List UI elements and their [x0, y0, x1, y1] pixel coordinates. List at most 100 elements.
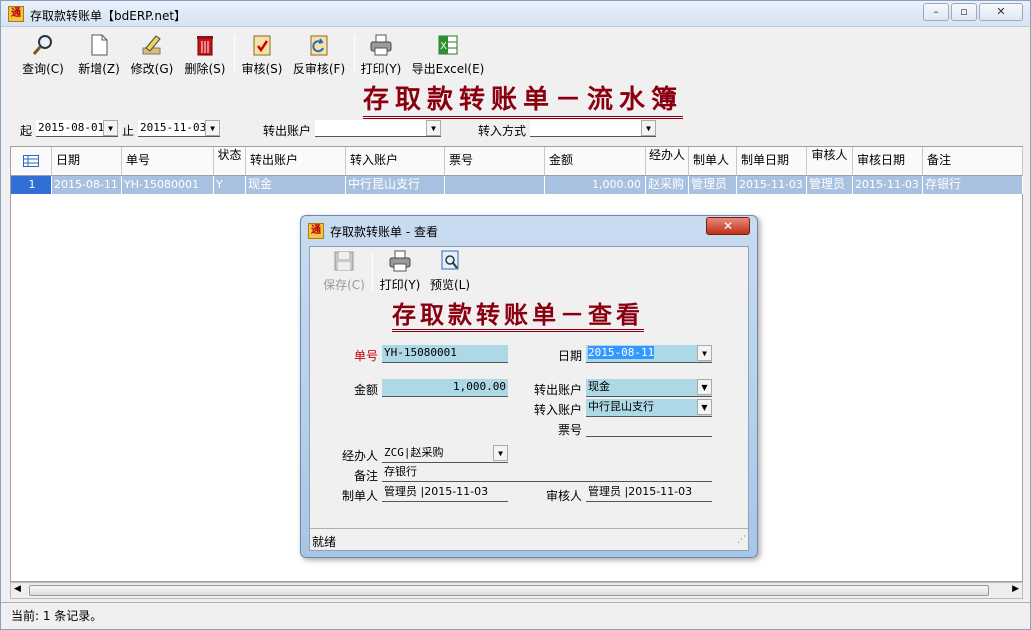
out-account-select[interactable]: 现金 ▼: [586, 379, 712, 397]
audit-button[interactable]: 审核(S): [241, 33, 283, 77]
scroll-left-icon[interactable]: ◀: [14, 584, 21, 594]
dialog-status-text: 就绪: [312, 535, 337, 549]
dialog-icon: 通: [308, 223, 324, 239]
export-excel-button[interactable]: X 导出Excel(E): [411, 33, 485, 77]
col-header-ticket[interactable]: 票号: [445, 147, 545, 176]
excel-icon: X: [438, 35, 458, 55]
memo-label: 备注: [353, 469, 378, 483]
table-cell[interactable]: 管理员: [689, 176, 737, 194]
out-account-select[interactable]: ▼: [315, 120, 441, 137]
chevron-down-icon[interactable]: ▼: [697, 379, 712, 395]
col-header-make-date[interactable]: 制单日期: [737, 147, 807, 176]
in-account-select[interactable]: 中行昆山支行 ▼: [586, 399, 712, 417]
table-cell[interactable]: 现金: [246, 176, 346, 194]
table-cell[interactable]: 2015-08-11: [52, 176, 122, 194]
magnifier-icon: [32, 35, 52, 55]
chevron-down-icon[interactable]: ▼: [205, 120, 220, 136]
grid-icon: [23, 155, 39, 167]
query-button[interactable]: 查询(C): [21, 33, 65, 77]
col-header-status[interactable]: 状态: [214, 147, 246, 176]
table-cell[interactable]: 中行昆山支行: [346, 176, 445, 194]
floppy-disk-icon: [334, 251, 354, 271]
preview-button[interactable]: 预览(L): [428, 249, 472, 293]
table-row-number[interactable]: 1: [11, 176, 52, 194]
col-header-memo[interactable]: 备注: [923, 147, 1023, 176]
from-date-picker[interactable]: 2015-08-01 ▼: [36, 120, 118, 137]
col-header-in-account[interactable]: 转入账户: [346, 147, 445, 176]
col-header-audit-date[interactable]: 审核日期: [853, 147, 923, 176]
dialog-title: 存取款转账单 - 查看: [330, 225, 438, 239]
table-cell[interactable]: 2015-11-03: [853, 176, 923, 194]
dialog-body: 保存(C) 打印(Y) 预览(L) 存取款转账单－查看 单号 YH-150800…: [309, 246, 749, 551]
edit-button[interactable]: 修改(G): [129, 33, 175, 77]
table-cell[interactable]: 2015-11-03: [737, 176, 807, 194]
col-header-maker[interactable]: 制单人: [689, 147, 737, 176]
new-document-icon: [91, 34, 108, 56]
table-cell[interactable]: 赵采购: [646, 176, 689, 194]
table-cell[interactable]: [445, 176, 545, 194]
chevron-down-icon[interactable]: ▼: [697, 399, 712, 415]
no-label: 单号: [353, 349, 378, 363]
out-account-label: 转出账户: [533, 383, 582, 397]
print-button[interactable]: 打印(Y): [359, 33, 403, 77]
amount-field[interactable]: 1,000.00: [382, 379, 508, 397]
col-header-date[interactable]: 日期: [52, 147, 122, 176]
delete-button[interactable]: 删除(S): [183, 33, 227, 77]
edit-pencil-icon: [142, 35, 161, 55]
col-header-out-account[interactable]: 转出账户: [246, 147, 346, 176]
date-picker[interactable]: 2015-08-11 ▼: [586, 345, 712, 363]
printer-icon: [389, 250, 411, 272]
new-button[interactable]: 新增(Z): [77, 33, 121, 77]
horizontal-scrollbar[interactable]: ◀ ▶: [10, 582, 1023, 599]
to-label: 止: [122, 124, 135, 138]
unaudit-button[interactable]: 反审核(F): [291, 33, 347, 77]
toolbar-separator: [354, 35, 355, 73]
dialog-close-button[interactable]: ✕: [706, 217, 750, 235]
chevron-down-icon[interactable]: ▼: [103, 120, 118, 136]
minimize-button[interactable]: –: [923, 3, 949, 21]
col-header-auditor[interactable]: 审核人: [807, 147, 853, 176]
maker-label: 制单人: [341, 489, 378, 503]
table-cell[interactable]: YH-15080001: [122, 176, 214, 194]
ticket-field[interactable]: [586, 419, 712, 437]
memo-field[interactable]: 存银行: [382, 464, 712, 482]
col-header-no[interactable]: 单号: [122, 147, 214, 176]
chevron-down-icon[interactable]: ▼: [697, 345, 712, 361]
view-dialog: 通 存取款转账单 - 查看 ✕ 保存(C) 打印(Y) 预览(L) 存取款转账单…: [300, 215, 758, 558]
chevron-down-icon[interactable]: ▼: [641, 120, 656, 136]
dialog-heading: 存取款转账单－查看: [392, 301, 644, 332]
col-header-handler[interactable]: 经办人: [646, 147, 689, 176]
maximize-button[interactable]: ▫: [951, 3, 977, 21]
chevron-down-icon[interactable]: ▼: [493, 445, 508, 461]
toolbar-separator: [372, 253, 373, 291]
title-bar[interactable]: 通 存取款转账单【bdERP.net】 – ▫ ✕: [1, 1, 1030, 27]
table-cell[interactable]: 1,000.00: [545, 176, 646, 194]
dialog-print-button[interactable]: 打印(Y): [378, 249, 422, 293]
window-title: 存取款转账单【bdERP.net】: [30, 9, 187, 23]
in-method-select[interactable]: ▼: [530, 120, 656, 137]
table-cell[interactable]: 存银行: [923, 176, 1023, 194]
save-button[interactable]: 保存(C): [322, 249, 366, 293]
out-account-label: 转出账户: [263, 124, 312, 138]
clipboard-undo-icon: [310, 35, 328, 56]
scrollbar-thumb[interactable]: [29, 585, 989, 596]
col-header-amount[interactable]: 金额: [545, 147, 646, 176]
table-cell[interactable]: 管理员: [807, 176, 853, 194]
trash-icon: [197, 36, 213, 56]
close-button[interactable]: ✕: [979, 3, 1023, 21]
chevron-down-icon[interactable]: ▼: [426, 120, 441, 136]
from-label: 起: [20, 124, 33, 138]
dialog-status-bar: 就绪 ⋰: [310, 528, 748, 550]
scroll-right-icon[interactable]: ▶: [1012, 584, 1019, 594]
print-preview-icon: [441, 250, 459, 270]
resize-grip-icon[interactable]: ⋰: [737, 535, 746, 545]
amount-label: 金额: [353, 383, 378, 397]
to-date-picker[interactable]: 2015-11-03 ▼: [138, 120, 220, 137]
svg-text:X: X: [440, 41, 447, 52]
handler-select[interactable]: ZCG|赵采购 ▼: [382, 445, 508, 463]
in-account-label: 转入账户: [533, 403, 582, 417]
table-cell[interactable]: Y: [214, 176, 246, 194]
grid-corner[interactable]: [11, 147, 52, 176]
no-field[interactable]: YH-15080001: [382, 345, 508, 363]
maker-field: 管理员 |2015-11-03: [382, 484, 508, 502]
